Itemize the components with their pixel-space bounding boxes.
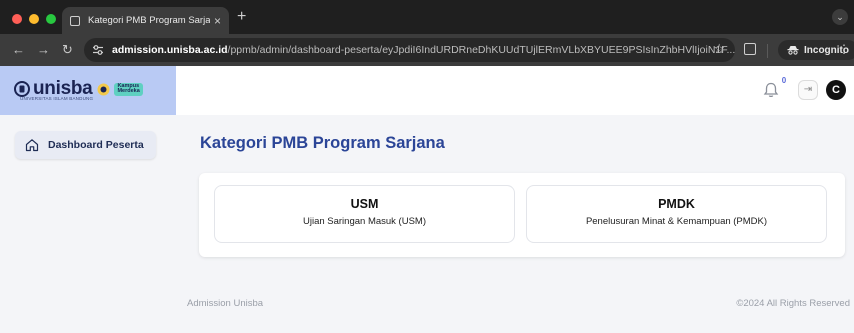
browser-toolbar: ← → ↻ admission.unisba.ac.id/ppmb/admin/… xyxy=(0,34,854,66)
card-title: PMDK xyxy=(658,197,695,211)
reload-icon[interactable]: ↻ xyxy=(62,42,73,58)
badge-line-2: Merdeka xyxy=(117,88,140,94)
address-bar[interactable]: admission.unisba.ac.id/ppmb/admin/dashbo… xyxy=(84,38,735,62)
window-controls xyxy=(12,14,56,24)
card-subtitle: Ujian Saringan Masuk (USM) xyxy=(302,216,426,227)
app-header: unisba Kampus Merdeka UNIVERSITAS ISLAM … xyxy=(0,66,854,115)
sidebar-item-label: Dashboard Peserta xyxy=(48,139,144,151)
back-icon[interactable]: ← xyxy=(12,42,25,58)
url-text: admission.unisba.ac.id/ppmb/admin/dashbo… xyxy=(112,44,735,56)
sidebar-item-dashboard-peserta[interactable]: Dashboard Peserta xyxy=(15,131,156,159)
incognito-icon xyxy=(787,46,799,55)
tab-search-icon[interactable]: ⌄ xyxy=(832,9,848,25)
bookmark-star-icon[interactable]: ☆ xyxy=(713,41,725,57)
extensions-icon[interactable] xyxy=(744,43,756,55)
bell-icon[interactable] xyxy=(762,81,780,99)
logo-area[interactable]: unisba Kampus Merdeka UNIVERSITAS ISLAM … xyxy=(0,66,176,115)
toolbar-divider xyxy=(767,44,768,58)
page-title: Kategori PMB Program Sarjana xyxy=(200,134,445,152)
category-card-usm[interactable]: USM Ujian Saringan Masuk (USM) xyxy=(214,185,515,243)
card-subtitle: Penelusuran Minat & Kemampuan (PMDK) xyxy=(585,216,768,227)
browser-tab-bar: Kategori PMB Program Sarjan × + ⌄ xyxy=(0,0,854,34)
browser-tab[interactable]: Kategori PMB Program Sarjan × xyxy=(62,7,229,34)
new-tab-button[interactable]: + xyxy=(237,9,246,25)
merdeka-tag: Kampus Merdeka xyxy=(114,82,143,96)
browser-menu-icon[interactable]: ⋮ xyxy=(838,42,850,56)
footer-copyright: ©2024 All Rights Reserved xyxy=(736,298,850,309)
close-window-button[interactable] xyxy=(12,14,22,24)
category-panel: USM Ujian Saringan Masuk (USM) PMDK Pene… xyxy=(199,173,845,257)
maximize-window-button[interactable] xyxy=(46,14,56,24)
site-info-icon[interactable] xyxy=(92,44,104,56)
unisba-emblem-icon xyxy=(14,81,30,97)
minimize-window-button[interactable] xyxy=(29,14,39,24)
user-avatar[interactable]: C xyxy=(826,80,846,100)
forward-icon[interactable]: → xyxy=(37,42,50,58)
home-icon xyxy=(25,139,39,152)
logout-button[interactable]: ⇥ xyxy=(798,80,818,100)
merdeka-emblem-icon xyxy=(97,83,110,95)
close-tab-icon[interactable]: × xyxy=(214,15,221,27)
kampus-merdeka-badge: Kampus Merdeka xyxy=(97,82,143,96)
notification-count-badge: 0 xyxy=(778,75,790,87)
url-host: admission.unisba.ac.id xyxy=(112,44,228,56)
url-path: /ppmb/admin/dashboard-peserta/eyJpdiI6In… xyxy=(227,44,736,56)
tab-title: Kategori PMB Program Sarjan xyxy=(88,15,210,26)
favicon-icon xyxy=(70,15,80,26)
card-title: USM xyxy=(350,197,379,211)
footer-brand: Admission Unisba xyxy=(187,298,264,309)
logo-tagline: UNIVERSITAS ISLAM BANDUNG xyxy=(20,96,94,101)
category-card-pmdk[interactable]: PMDK Penelusuran Minat & Kemampuan (PMDK… xyxy=(526,185,827,243)
